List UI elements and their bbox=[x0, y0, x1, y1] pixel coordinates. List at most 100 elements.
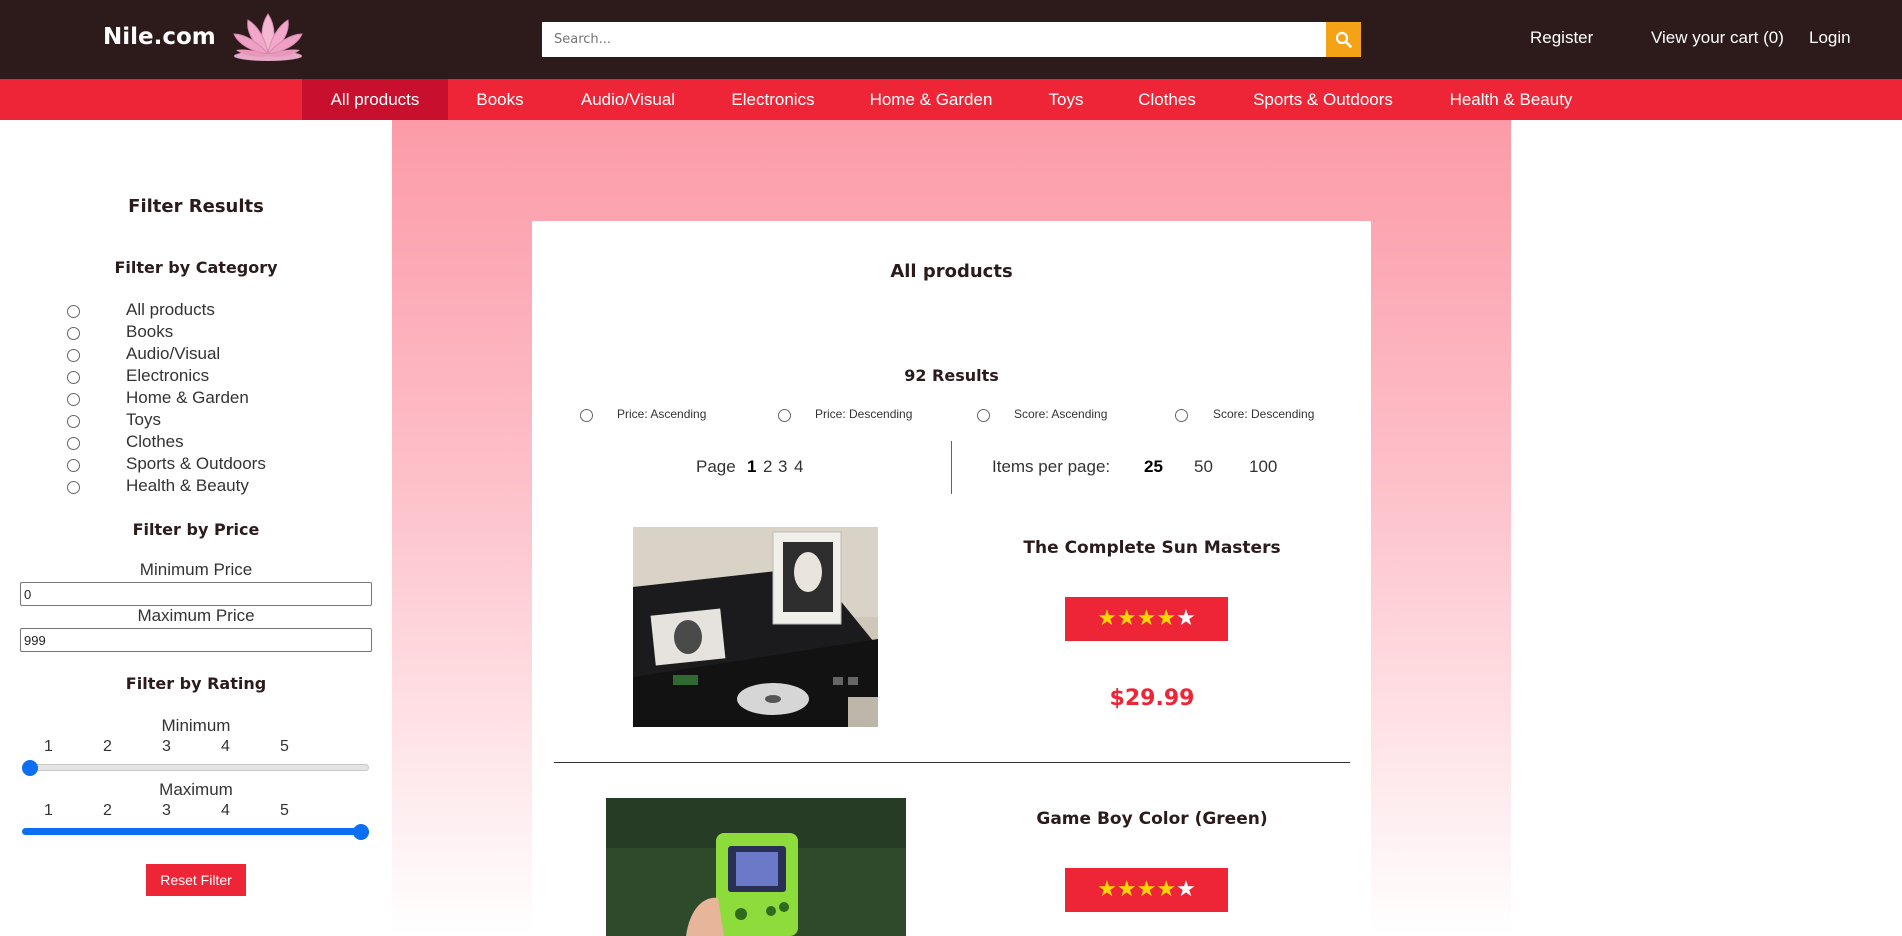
site-header: Nile.com Register View your cart (0) Log… bbox=[0, 0, 1902, 79]
rating-min-tick: 4 bbox=[221, 738, 230, 755]
sort-label-price-desc: Price: Descending bbox=[815, 407, 913, 421]
page-title: All products bbox=[890, 261, 1013, 282]
filter-results-heading: Filter Results bbox=[128, 196, 264, 217]
rating-max-tick: 3 bbox=[162, 802, 171, 819]
rating-min-tick: 3 bbox=[162, 738, 171, 755]
category-label-books: Books bbox=[126, 322, 174, 341]
star-icon: ★ bbox=[1156, 606, 1177, 631]
category-radio-toys[interactable] bbox=[67, 415, 80, 428]
nav-sports-outdoors[interactable]: Sports & Outdoors bbox=[1244, 79, 1402, 120]
rating-min-tick: 1 bbox=[44, 738, 53, 755]
view-cart-link[interactable]: View your cart (0) bbox=[1651, 28, 1784, 48]
sort-label-score-asc: Score: Ascending bbox=[1014, 407, 1108, 421]
sort-radio-score-desc[interactable] bbox=[1175, 409, 1188, 422]
brand-name[interactable]: Nile.com bbox=[103, 24, 216, 50]
page-link-2[interactable]: 2 bbox=[763, 457, 772, 477]
star-icon: ★ bbox=[1156, 877, 1177, 902]
register-link[interactable]: Register bbox=[1530, 28, 1593, 48]
rating-max-tick: 1 bbox=[44, 802, 53, 819]
rating-max-label: Maximum bbox=[159, 780, 233, 799]
nav-all-products[interactable]: All products bbox=[302, 79, 448, 120]
category-label-sports-outdoors: Sports & Outdoors bbox=[126, 454, 266, 473]
category-label-toys: Toys bbox=[126, 410, 161, 429]
nav-audio-visual[interactable]: Audio/Visual bbox=[570, 79, 686, 120]
category-radio-audio-visual[interactable] bbox=[67, 349, 80, 362]
search-bar bbox=[542, 22, 1361, 57]
star-icon: ★ bbox=[1136, 877, 1157, 902]
category-radio-electronics[interactable] bbox=[67, 371, 80, 384]
star-icon: ★ bbox=[1176, 606, 1196, 631]
star-icon: ★ bbox=[1116, 877, 1137, 902]
filter-price-heading: Filter by Price bbox=[132, 520, 260, 539]
category-label-health-beauty: Health & Beauty bbox=[126, 476, 249, 495]
star-icon: ★ bbox=[1136, 606, 1157, 631]
rating-max-slider-thumb[interactable] bbox=[353, 824, 369, 840]
rating-max-slider-track[interactable] bbox=[22, 828, 369, 835]
nav-electronics[interactable]: Electronics bbox=[722, 79, 824, 120]
rating-min-tick: 5 bbox=[280, 738, 289, 755]
sort-radio-score-asc[interactable] bbox=[977, 409, 990, 422]
pagination-divider bbox=[951, 441, 952, 494]
category-radio-books[interactable] bbox=[67, 327, 80, 340]
page-link-1[interactable]: 1 bbox=[747, 457, 756, 477]
sort-label-score-desc: Score: Descending bbox=[1213, 407, 1315, 421]
min-price-input[interactable] bbox=[20, 582, 372, 606]
category-radio-sports-outdoors[interactable] bbox=[67, 459, 80, 472]
rating-min-label: Minimum bbox=[161, 716, 231, 735]
category-nav: All products Books Audio/Visual Electron… bbox=[0, 79, 1902, 120]
category-label-clothes: Clothes bbox=[126, 432, 184, 451]
star-icon: ★ bbox=[1097, 877, 1117, 902]
search-input[interactable] bbox=[542, 22, 1326, 57]
star-icon: ★ bbox=[1097, 606, 1117, 631]
star-icon: ★ bbox=[1116, 606, 1137, 631]
login-link[interactable]: Login bbox=[1809, 28, 1851, 48]
lotus-logo-icon[interactable] bbox=[228, 6, 308, 64]
product-rating: ★ ★ ★ ★ ★ bbox=[1065, 597, 1228, 641]
category-radio-home-garden[interactable] bbox=[67, 393, 80, 406]
max-price-label: Maximum Price bbox=[137, 606, 255, 625]
min-price-label: Minimum Price bbox=[139, 560, 253, 579]
category-label-all-products: All products bbox=[126, 300, 215, 319]
page-link-4[interactable]: 4 bbox=[794, 457, 803, 477]
items-per-page-100[interactable]: 100 bbox=[1249, 457, 1277, 477]
nav-toys[interactable]: Toys bbox=[1040, 79, 1092, 120]
product-name[interactable]: Game Boy Color (Green) bbox=[992, 809, 1312, 829]
filter-rating-heading: Filter by Rating bbox=[125, 674, 267, 693]
rating-max-tick: 2 bbox=[103, 802, 112, 819]
rating-max-tick: 5 bbox=[280, 802, 289, 819]
category-label-audio-visual: Audio/Visual bbox=[126, 344, 221, 363]
items-per-page-label: Items per page: bbox=[992, 457, 1111, 476]
category-radio-health-beauty[interactable] bbox=[67, 481, 80, 494]
product-name[interactable]: The Complete Sun Masters bbox=[992, 538, 1312, 558]
product-divider bbox=[554, 762, 1350, 763]
product-image[interactable] bbox=[633, 527, 878, 727]
nav-books[interactable]: Books bbox=[462, 79, 538, 120]
sort-label-price-asc: Price: Ascending bbox=[617, 407, 707, 421]
category-radio-clothes[interactable] bbox=[67, 437, 80, 450]
product-image[interactable] bbox=[606, 798, 906, 936]
max-price-input[interactable] bbox=[20, 628, 372, 652]
search-icon bbox=[1335, 31, 1352, 48]
rating-min-tick: 2 bbox=[103, 738, 112, 755]
items-per-page-25[interactable]: 25 bbox=[1144, 457, 1163, 477]
category-label-home-garden: Home & Garden bbox=[126, 388, 249, 407]
sort-radio-price-desc[interactable] bbox=[778, 409, 791, 422]
star-icon: ★ bbox=[1176, 877, 1196, 902]
nav-home-garden[interactable]: Home & Garden bbox=[862, 79, 1000, 120]
reset-filter-button[interactable]: Reset Filter bbox=[146, 864, 246, 896]
filter-sidebar: Filter Results Filter by Category All pr… bbox=[0, 120, 392, 936]
rating-max-tick: 4 bbox=[221, 802, 230, 819]
sort-radio-price-asc[interactable] bbox=[580, 409, 593, 422]
pagination-label: Page bbox=[696, 457, 736, 476]
category-radio-all-products[interactable] bbox=[67, 305, 80, 318]
product-rating: ★ ★ ★ ★ ★ bbox=[1065, 868, 1228, 912]
nav-clothes[interactable]: Clothes bbox=[1130, 79, 1204, 120]
product-list-card: All products 92 Results Price: Ascending… bbox=[532, 221, 1371, 936]
search-button[interactable] bbox=[1326, 22, 1361, 57]
rating-min-slider-thumb[interactable] bbox=[22, 760, 38, 776]
category-label-electronics: Electronics bbox=[126, 366, 210, 385]
rating-min-slider-track[interactable] bbox=[22, 764, 369, 771]
nav-health-beauty[interactable]: Health & Beauty bbox=[1442, 79, 1580, 120]
page-link-3[interactable]: 3 bbox=[778, 457, 787, 477]
items-per-page-50[interactable]: 50 bbox=[1194, 457, 1213, 477]
